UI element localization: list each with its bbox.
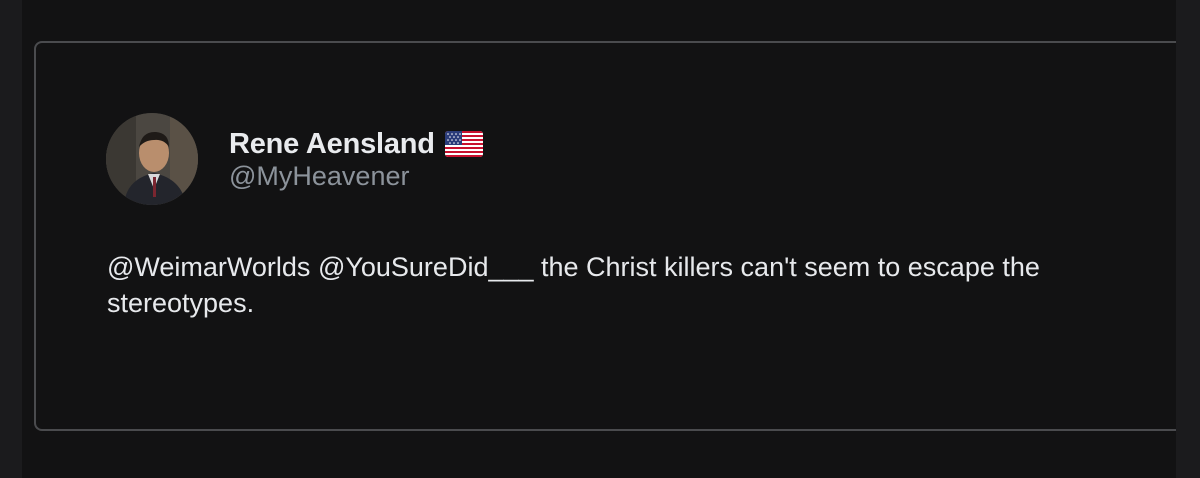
tweet-text-line-1: @WeimarWorlds @YouSureDid___ the Christ …: [107, 252, 1040, 282]
tweet-text-line-2: stereotypes.: [107, 288, 255, 318]
avatar[interactable]: [106, 113, 198, 205]
author-handle[interactable]: @MyHeavener: [229, 161, 409, 192]
avatar-image: [106, 113, 198, 205]
tweet-card: [34, 41, 1200, 431]
author-name-row: Rene Aensland: [229, 126, 483, 162]
us-flag-icon: [444, 131, 483, 157]
author-display-name[interactable]: Rene Aensland: [229, 128, 435, 161]
tweet-text: @WeimarWorlds @YouSureDid___ the Christ …: [107, 249, 1107, 321]
right-edge-strip: [1176, 0, 1200, 478]
